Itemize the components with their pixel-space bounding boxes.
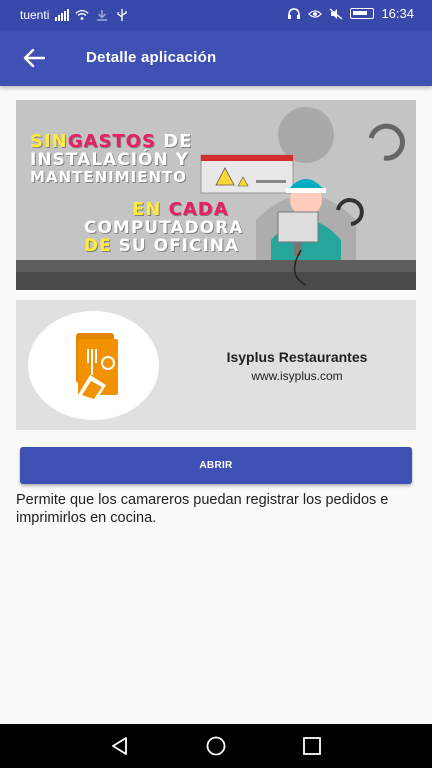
recents-square-icon[interactable] [300, 735, 324, 757]
app-name: Isyplus Restaurantes [226, 349, 368, 365]
mute-icon [330, 8, 343, 19]
wifi-icon [75, 9, 89, 20]
banner-line-6: DE SU OFICINA [84, 236, 240, 256]
app-url[interactable]: www.isyplus.com [182, 369, 412, 383]
headphones-icon [288, 7, 301, 19]
banner-line-2: INSTALACIÓN Y [30, 150, 189, 170]
app-description: Permite que los camareros puedan registr… [16, 492, 389, 526]
restaurant-menu-icon [76, 333, 118, 401]
app-bar: Detalle aplicación [0, 30, 432, 86]
nav-bar [0, 724, 432, 768]
open-button[interactable]: ABRIR [20, 447, 412, 484]
arrow-left-icon [23, 49, 45, 67]
promo-banner: SINGASTOS DE INSTALACIÓN Y MANTENIMIENTO… [16, 100, 416, 290]
usb-icon [117, 9, 128, 21]
page-title: Detalle aplicación [86, 49, 217, 66]
banner-line-3: MANTENIMIENTO [30, 168, 187, 186]
banner-illustration [16, 100, 416, 290]
back-triangle-icon[interactable] [108, 735, 132, 757]
banner-line-5: COMPUTADORA [84, 218, 244, 238]
eye-icon [308, 9, 323, 18]
carrier-label: tuenti [20, 8, 50, 22]
banner-line-1: SINGASTOS DE [30, 131, 193, 152]
home-circle-icon[interactable] [204, 735, 228, 757]
status-bar: tuenti 16:34 [0, 0, 432, 30]
app-card: Isyplus Restaurantes www.isyplus.com [16, 300, 416, 430]
battery-icon [350, 8, 375, 19]
app-logo [28, 311, 159, 420]
back-button[interactable] [18, 44, 50, 72]
download-icon [97, 10, 108, 21]
signal-icon [55, 9, 70, 21]
clock: 16:34 [381, 6, 414, 21]
banner-line-4: EN CADA [132, 199, 229, 220]
